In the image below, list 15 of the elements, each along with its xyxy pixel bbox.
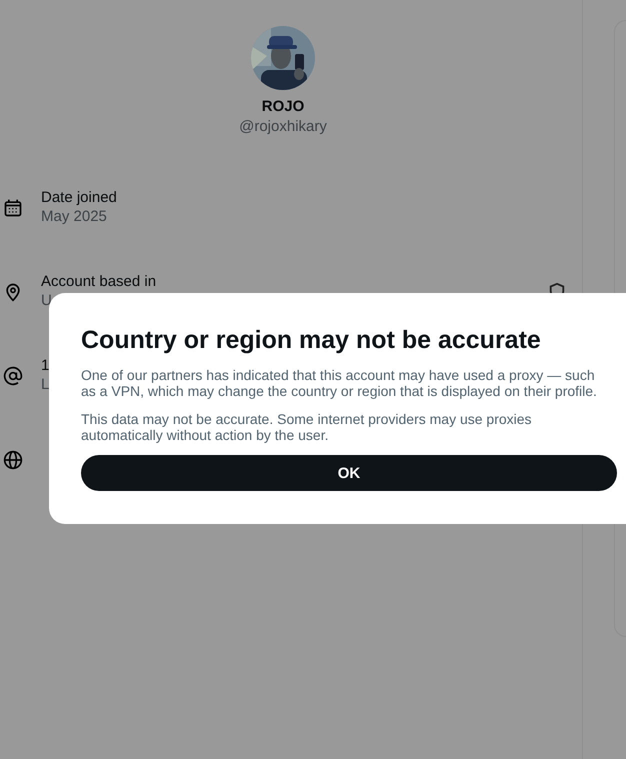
at-sign-icon [3,366,23,386]
dialog-title: Country or region may not be accurate [81,325,542,355]
globe-icon [3,450,23,470]
profile-name: ROJO [262,98,304,115]
calendar-icon [3,198,23,218]
profile-handle: @rojoxhikary [239,118,327,135]
detail-label: 1 [41,356,50,375]
detail-label: Account based in [41,272,156,291]
detail-label: Date joined [41,188,117,207]
dialog-text: One of our partners has indicated that this account may have used a proxy — such as a VPN, which may change the country or region that is displayed on their profile. [81,367,598,399]
ok-button[interactable]: OK [81,455,617,491]
detail-value: U [41,291,53,311]
detail-value: L [41,375,50,395]
dialog-text: This data may not be accurate. Some internet providers may use proxies automatically without action by the user. [81,411,533,443]
detail-value: May 2025 [41,207,108,227]
